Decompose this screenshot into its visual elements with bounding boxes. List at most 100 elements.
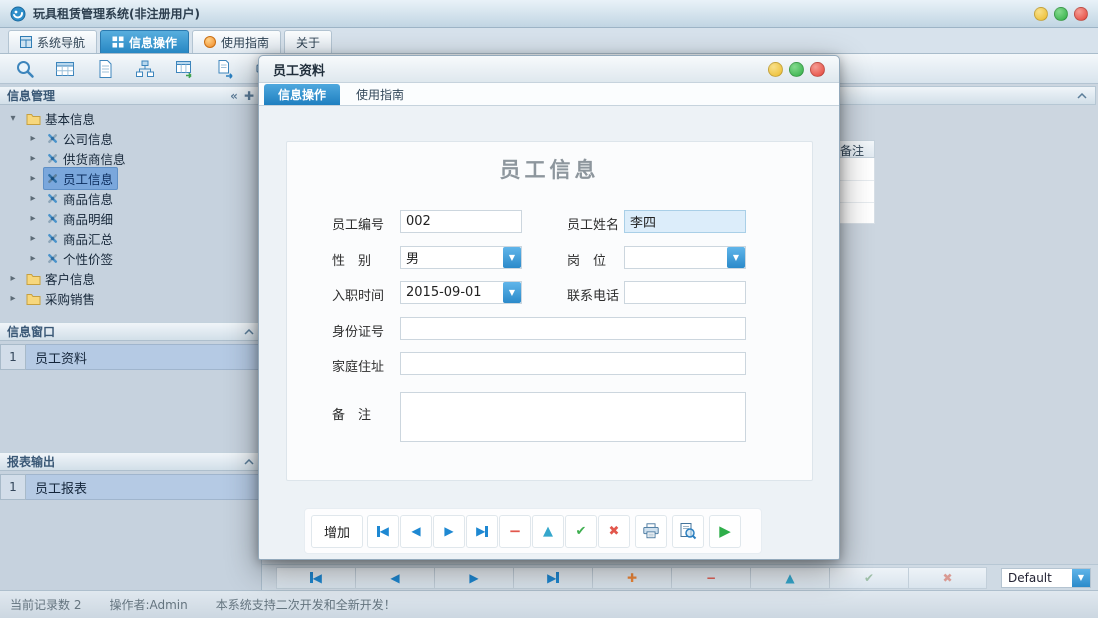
collapse-up-icon[interactable] [1077,93,1087,99]
last-record-button[interactable]: ▶ [466,515,498,548]
collapse-left-icon[interactable]: « [230,89,238,103]
run-button[interactable]: ▶ [709,515,741,548]
table-toolbar-button[interactable] [52,57,78,81]
tab-label: 系统导航 [37,34,85,51]
row-number: 1 [0,474,26,500]
expand-closed-icon[interactable]: ▸ [7,293,19,304]
edit-record-button[interactable]: ▲ [750,567,829,589]
dialog-button-bar: 增加 ◀ ◀ ▶ ▶ − ▲ ✔ ✖ [304,508,762,554]
last-record-button[interactable]: ▶ [513,567,592,589]
tree-item-purchase-sales[interactable]: ▸ 采购销售 [0,288,261,308]
next-record-button[interactable]: ▶ [433,515,465,548]
gender-dropdown-button[interactable]: ▼ [503,247,521,268]
next-record-button[interactable]: ▶ [434,567,513,589]
report-row-employee-report[interactable]: 1 员工报表 [0,474,261,500]
emp-name-input[interactable] [624,210,746,233]
add-button[interactable]: 增加 [311,515,363,548]
status-record-count: 当前记录数 2 [10,596,81,613]
phone-input[interactable] [624,281,746,304]
save-record-button[interactable]: ✔ [829,567,908,589]
export-document-toolbar-button[interactable] [212,57,238,81]
save-record-button[interactable]: ✔ [565,515,597,548]
dialog-maximize-button[interactable] [789,62,804,77]
search-toolbar-button[interactable] [12,57,38,81]
prev-record-button[interactable]: ◀ [400,515,432,548]
delete-record-button[interactable]: − [499,515,531,548]
expand-closed-icon[interactable]: ▸ [27,133,39,144]
dialog-tab-info-operations[interactable]: 信息操作 [264,84,340,105]
export-document-icon [215,59,235,79]
first-record-button[interactable]: ◀ [367,515,399,548]
view-select[interactable]: Default ▼ [1001,568,1091,588]
tree-item-product-detail[interactable]: ▸ 商品明细 [0,208,261,228]
cancel-record-button[interactable]: ✖ [908,567,987,589]
folder-icon [26,112,41,125]
tree-item-supplier-info[interactable]: ▸ 供货商信息 [0,148,261,168]
collapse-up-icon[interactable] [244,459,254,465]
expand-closed-icon[interactable]: ▸ [7,273,19,284]
expand-closed-icon[interactable]: ▸ [27,153,39,164]
hire-date-dropdown-button[interactable]: ▼ [503,282,521,303]
chevron-down-icon: ▼ [509,288,515,297]
info-window-row-employee-data[interactable]: 1 员工资料 [0,344,261,370]
tab-label: 使用指南 [221,34,269,51]
expand-closed-icon[interactable]: ▸ [27,173,39,184]
expand-closed-icon[interactable]: ▸ [27,213,39,224]
add-record-button[interactable]: ✚ [592,567,671,589]
tree-item-price-tag[interactable]: ▸ 个性价签 [0,248,261,268]
expand-closed-icon[interactable]: ▸ [27,193,39,204]
tree-item-product-info[interactable]: ▸ 商品信息 [0,188,261,208]
expand-closed-icon[interactable]: ▸ [27,253,39,264]
minimize-button[interactable] [1034,7,1048,21]
tree-item-company-info[interactable]: ▸ 公司信息 [0,128,261,148]
prev-record-button[interactable]: ◀ [355,567,434,589]
panel-title: 信息窗口 [7,323,55,340]
address-input[interactable] [400,352,746,375]
collapse-up-icon[interactable] [244,329,254,335]
minus-icon: − [509,522,522,540]
workflow-toolbar-button[interactable] [132,57,158,81]
tree-item-employee-info[interactable]: ▸ 员工信息 [0,168,261,188]
tab-system-nav[interactable]: 系统导航 [8,30,97,53]
expand-closed-icon[interactable]: ▸ [27,233,39,244]
tree-item-product-summary[interactable]: ▸ 商品汇总 [0,228,261,248]
tab-label: 信息操作 [129,34,177,51]
tab-info-operations[interactable]: 信息操作 [100,30,189,53]
gender-label: 性 别 [332,250,371,269]
cancel-record-button[interactable]: ✖ [598,515,630,548]
edit-record-button[interactable]: ▲ [532,515,564,548]
document-toolbar-button[interactable] [92,57,118,81]
emp-no-input[interactable] [400,210,522,233]
dialog-minimize-button[interactable] [768,62,783,77]
print-button[interactable] [635,515,667,548]
id-no-input[interactable] [400,317,746,340]
close-button[interactable] [1074,7,1088,21]
phone-label: 联系电话 [567,285,619,304]
preview-button[interactable] [672,515,704,548]
maximize-button[interactable] [1054,7,1068,21]
address-label: 家庭住址 [332,356,384,375]
tree-label: 商品信息 [63,189,113,208]
position-dropdown-button[interactable]: ▼ [727,247,745,268]
tab-label: 关于 [296,34,320,51]
dialog-tab-user-guide[interactable]: 使用指南 [342,84,418,105]
tree-item-customer-info[interactable]: ▸ 客户信息 [0,268,261,288]
tab-user-guide[interactable]: 使用指南 [192,30,281,53]
play-icon: ▶ [719,522,731,540]
tools-icon [46,152,59,165]
tools-icon [46,192,59,205]
first-record-button[interactable]: ◀ [276,567,355,589]
remark-textarea[interactable] [400,392,746,442]
row-number: 1 [0,344,26,370]
chevron-down-icon[interactable]: ▼ [1072,569,1090,587]
delete-record-button[interactable]: − [671,567,750,589]
export-table-toolbar-button[interactable] [172,57,198,81]
minus-icon: − [706,571,716,585]
row-label: 员工资料 [26,344,261,370]
tree-item-basic-info[interactable]: ▾ 基本信息 [0,108,261,128]
expand-open-icon[interactable]: ▾ [7,113,19,124]
pin-icon[interactable]: ✚ [244,89,254,103]
tab-about[interactable]: 关于 [284,30,332,53]
dialog-titlebar[interactable]: 员工资料 [259,56,839,83]
dialog-close-button[interactable] [810,62,825,77]
